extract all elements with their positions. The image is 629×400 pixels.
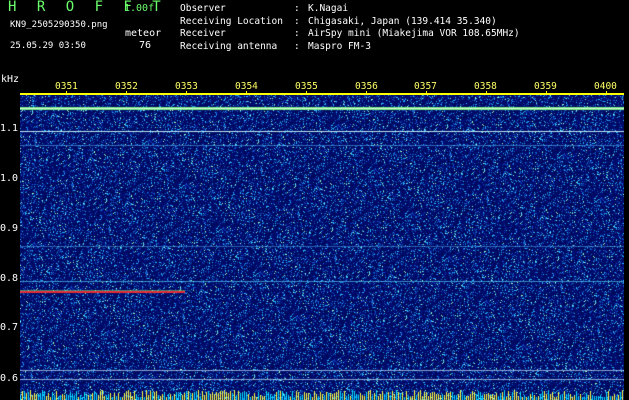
meteor-count-value: 76	[139, 40, 152, 51]
time-tick-mark	[546, 91, 547, 95]
frequency-tick-label: 1.0	[0, 173, 19, 184]
meta-row-observer: Observer: K.Nagai	[180, 3, 520, 16]
frequency-unit-label: kHz	[1, 74, 20, 85]
meta-value: Maspro FM-3	[308, 40, 371, 52]
meta-value: Chigasaki, Japan (139.414 35.340)	[308, 15, 497, 27]
meta-key: Receiving antenna	[180, 40, 278, 52]
meta-separator: :	[294, 3, 300, 14]
time-tick-mark	[126, 91, 127, 95]
time-tick-mark	[306, 91, 307, 95]
file-name: KN9_2505290350.png	[10, 20, 108, 30]
time-axis-line	[20, 93, 624, 95]
frequency-tick-label: 0.7	[0, 322, 19, 333]
time-tick-mark	[246, 91, 247, 95]
meta-separator: :	[294, 15, 300, 27]
meta-row-antenna: Receiving antenna: Maspro FM-3	[180, 41, 520, 54]
meta-key: Observer	[180, 3, 226, 14]
time-tick-mark	[66, 91, 67, 95]
meteor-count-label: meteor	[125, 28, 162, 39]
spectrogram-waterfall[interactable]	[20, 93, 624, 400]
meta-value: AirSpy mini (Miakejima VOR 108.65MHz)	[308, 28, 520, 39]
time-tick-mark	[366, 91, 367, 95]
version-label: 1.00f	[124, 3, 155, 14]
frequency-tick-label: 1.1	[0, 123, 19, 134]
time-tick-mark	[486, 91, 487, 95]
meta-row-location: Receiving Location: Chigasaki, Japan (139…	[180, 16, 520, 29]
frequency-tick-label: 0.6	[0, 373, 19, 384]
observation-datetime: 25.05.29 03:50	[10, 41, 86, 51]
observation-metadata: Observer: K.Nagai Receiving Location: Chig…	[180, 3, 520, 53]
time-tick-mark	[426, 91, 427, 95]
frequency-tick-label: 0.9	[0, 223, 19, 234]
meta-key: Receiver	[180, 28, 226, 39]
meta-value: K.Nagai	[308, 3, 349, 14]
time-tick-mark	[606, 91, 607, 95]
meta-separator: :	[294, 40, 300, 52]
frequency-tick-label: 0.8	[0, 273, 19, 284]
time-tick-mark	[186, 91, 187, 95]
meta-separator: :	[294, 28, 300, 39]
meta-key: Receiving Location	[180, 15, 283, 27]
meta-row-receiver: Receiver: AirSpy mini (Miakejima VOR 108.…	[180, 28, 520, 41]
